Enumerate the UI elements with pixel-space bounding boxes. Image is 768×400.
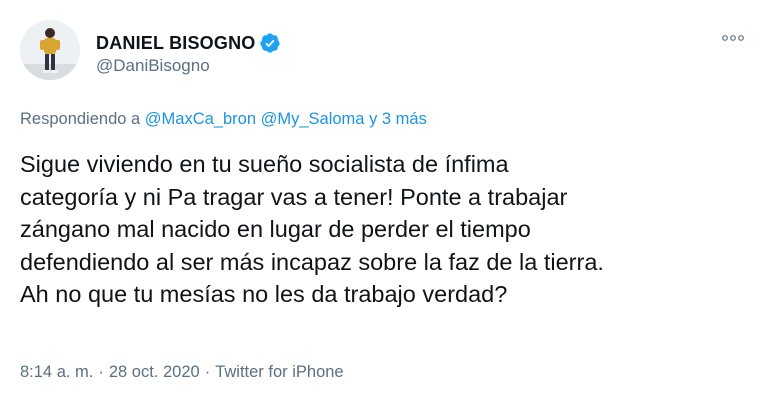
more-mentions-link[interactable]: y 3 más <box>369 110 427 128</box>
tweet-text-line: Ah no que tu mesías no les da trabajo ve… <box>20 281 508 307</box>
tweet-time[interactable]: 8:14 a. m. <box>20 363 93 381</box>
tweet-source: Twitter for iPhone <box>215 363 344 381</box>
avatar[interactable] <box>20 20 80 80</box>
replying-to-line: Respondiendo a @MaxCa_bron @My_Saloma y … <box>20 110 427 129</box>
tweet-date[interactable]: 28 oct. 2020 <box>109 363 200 381</box>
mention-link[interactable]: @MaxCa_bron <box>145 110 256 128</box>
tweet-text-line: Sigue viviendo en tu sueño socialista de… <box>20 151 509 177</box>
mention-link[interactable]: @My_Saloma <box>261 110 365 128</box>
author-display-name[interactable]: DANIEL BISOGNO <box>96 33 255 54</box>
tweet-text-line: zángano mal nacido en lugar de perder el… <box>20 216 531 242</box>
profile-photo <box>20 20 80 80</box>
separator: · <box>98 363 104 381</box>
tweet-text-line: defendiendo al ser más incapaz sobre la … <box>20 248 604 275</box>
tweet-metadata: 8:14 a. m. · 28 oct. 2020 · Twitter for iPho… <box>20 363 344 382</box>
tweet-text: Sigue viviendo en tu sueño socialista de… <box>20 148 765 311</box>
author-handle[interactable]: @DaniBisogno <box>96 56 210 76</box>
tweet-text-line: categoría y ni Pa tragar vas a tener! Po… <box>20 183 568 210</box>
author-name-row[interactable]: DANIEL BISOGNO <box>96 32 281 54</box>
separator: · <box>204 363 211 381</box>
replying-to-label: Respondiendo a <box>20 110 141 128</box>
more-options-icon[interactable] <box>720 30 746 46</box>
verified-badge-icon <box>260 33 281 53</box>
